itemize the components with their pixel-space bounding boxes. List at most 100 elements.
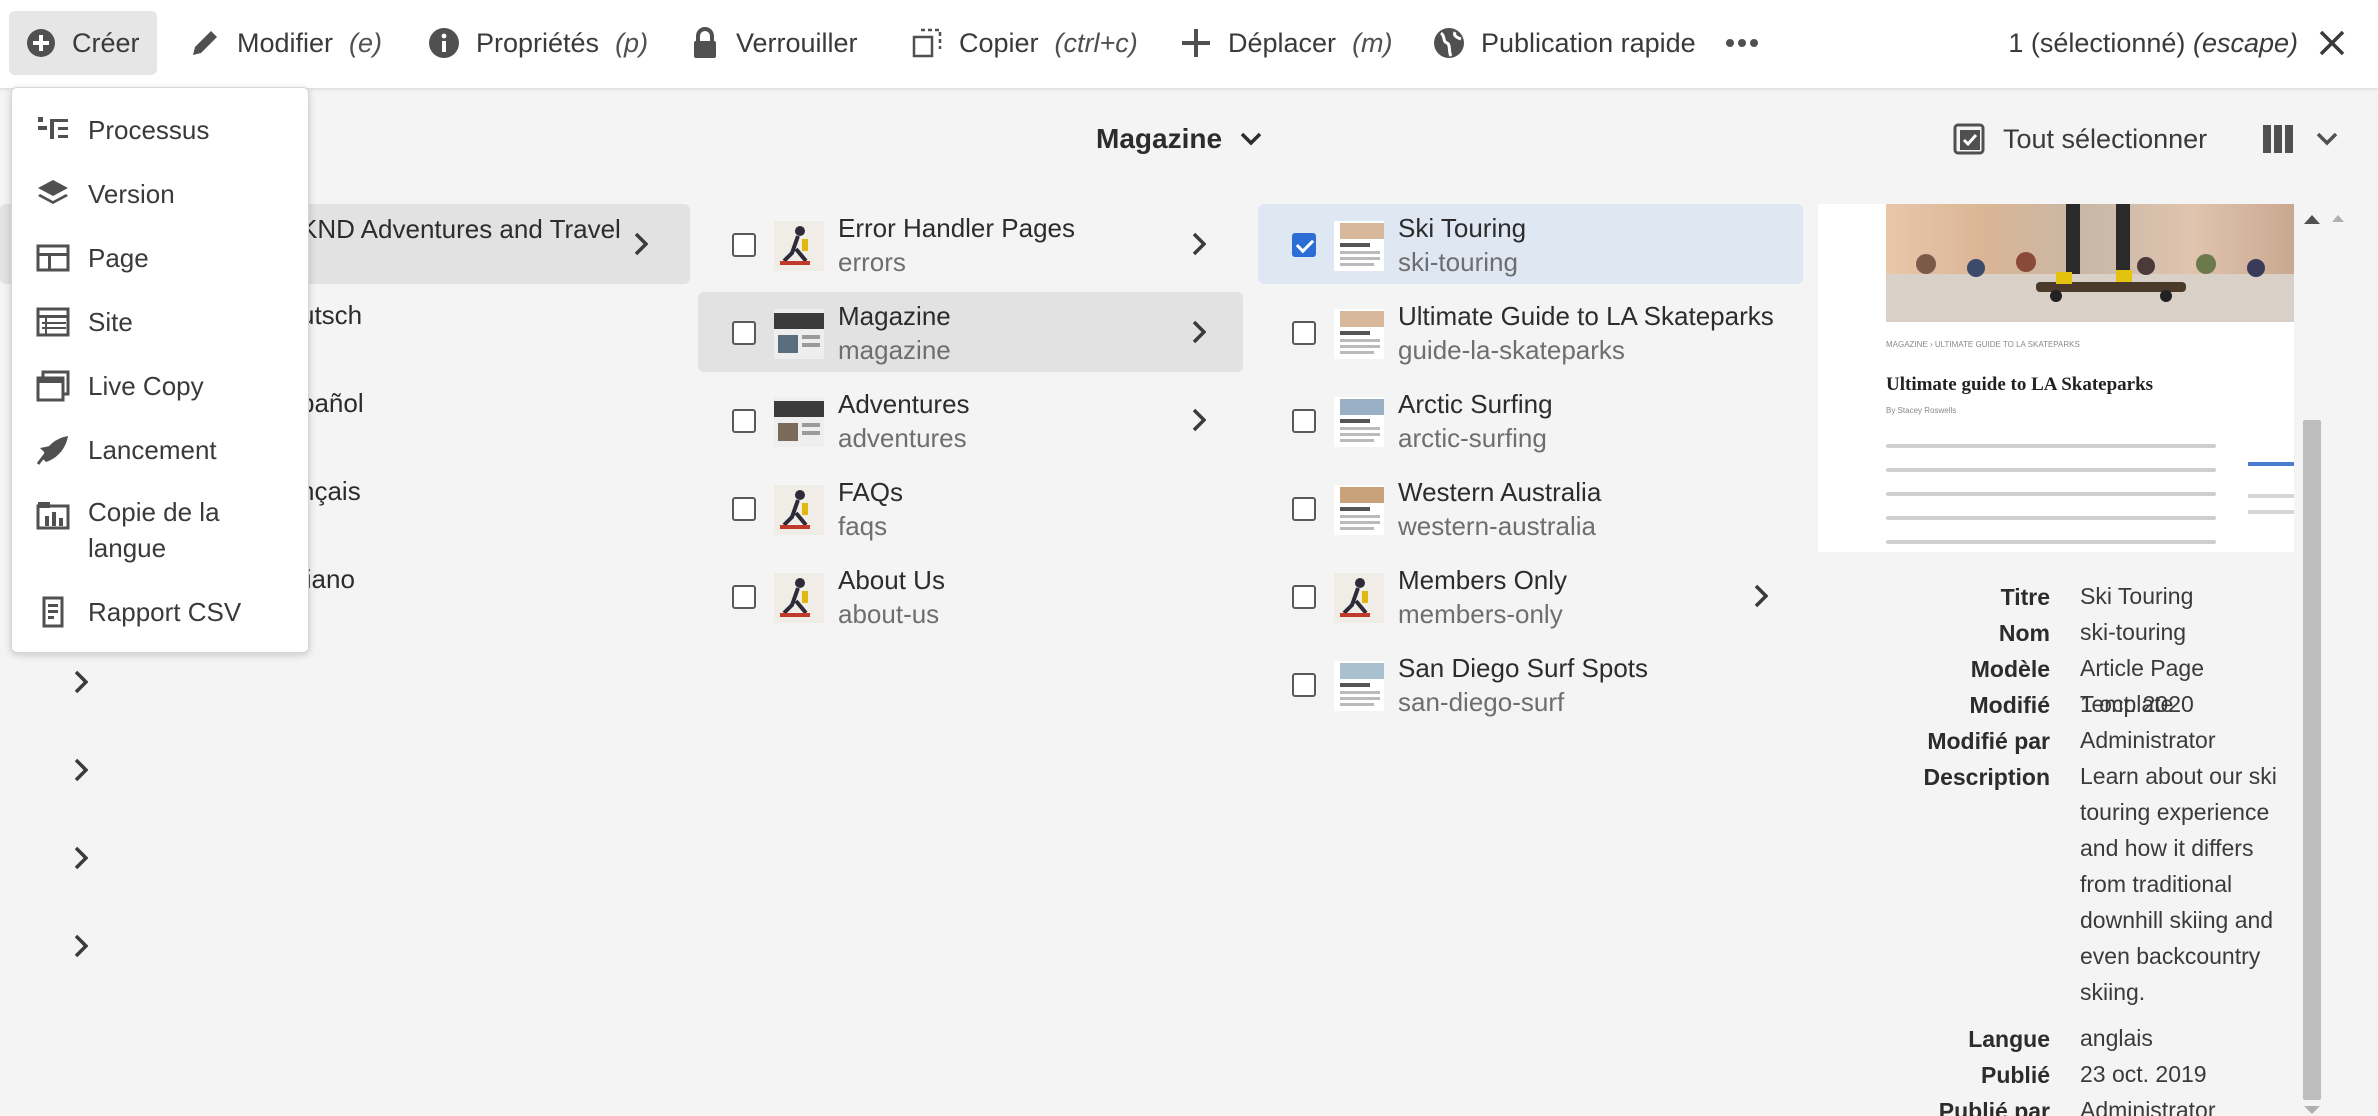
properties-button[interactable]: Propriétés (p) bbox=[411, 11, 665, 75]
preview-text-line bbox=[1886, 540, 2216, 544]
pencil-icon bbox=[193, 31, 217, 55]
info-icon bbox=[429, 28, 459, 58]
menu-item-site[interactable]: Site bbox=[12, 298, 310, 348]
menu-item-label: Page bbox=[88, 243, 149, 273]
row-checkbox[interactable] bbox=[732, 321, 756, 345]
column-row[interactable]: Arctic Surfing arctic-surfing bbox=[1258, 380, 1803, 460]
row-checkbox[interactable] bbox=[1292, 497, 1316, 521]
create-button[interactable]: Créer bbox=[9, 11, 157, 75]
properties-shortcut: (p) bbox=[615, 27, 649, 58]
move-button[interactable]: Déplacer (m) bbox=[1163, 11, 1410, 75]
close-icon[interactable] bbox=[2318, 29, 2346, 57]
more-actions-button[interactable] bbox=[1708, 11, 1776, 75]
detail-label: Modifié par bbox=[1927, 728, 2050, 754]
row-name: faqs bbox=[838, 511, 888, 541]
chevron-right-icon[interactable] bbox=[74, 670, 88, 694]
select-all-button[interactable]: Tout sélectionner bbox=[1953, 90, 2207, 188]
column-row[interactable]: FAQs faqs bbox=[698, 468, 1243, 548]
scrollbar-thumb[interactable] bbox=[2303, 420, 2321, 1100]
preview-photo bbox=[1886, 204, 2294, 322]
copy-button[interactable]: Copier (ctrl+c) bbox=[894, 11, 1155, 75]
selected-count: 1 (sélectionné) (escape) bbox=[2008, 27, 2298, 58]
page-thumbnail bbox=[1334, 221, 1384, 271]
breadcrumb[interactable]: Magazine bbox=[1096, 90, 1262, 188]
menu-item-launch[interactable]: Lancement bbox=[12, 426, 310, 476]
page-thumbnail bbox=[1334, 661, 1384, 711]
row-title: About Us bbox=[838, 565, 945, 595]
csv-report-icon bbox=[42, 596, 64, 628]
scroll-up-icon[interactable] bbox=[2330, 212, 2346, 224]
row-title: Ski Touring bbox=[1398, 213, 1527, 243]
selection-status: 1 (sélectionné) (escape) bbox=[2008, 11, 2346, 75]
column-row[interactable]: Members Only members-only bbox=[1258, 556, 1803, 636]
row-name: members-only bbox=[1398, 599, 1563, 629]
column-row[interactable]: Ultimate Guide to LA Skateparks guide-la… bbox=[1258, 292, 1803, 372]
menu-item-page[interactable]: Page bbox=[12, 234, 310, 284]
column-row[interactable]: Magazine magazine bbox=[698, 292, 1243, 372]
detail-label: Publié bbox=[1980, 1062, 2050, 1088]
column-row[interactable]: Error Handler Pages errors bbox=[698, 204, 1243, 284]
lock-button[interactable]: Verrouiller bbox=[673, 11, 875, 75]
scroll-up-icon[interactable] bbox=[2302, 212, 2322, 226]
row-checkbox[interactable] bbox=[1292, 585, 1316, 609]
column-row[interactable]: Adventures adventures bbox=[698, 380, 1243, 460]
lock-label: Verrouiller bbox=[736, 27, 858, 58]
detail-value: Learn about our ski touring experience a… bbox=[2080, 763, 2277, 1005]
page-thumbnail bbox=[774, 397, 824, 447]
row-checkbox[interactable] bbox=[1292, 321, 1316, 345]
detail-value: ski-touring bbox=[2080, 619, 2187, 645]
row-checkbox[interactable] bbox=[732, 585, 756, 609]
preview-text-line bbox=[1886, 444, 2216, 448]
page-thumbnail bbox=[1334, 397, 1384, 447]
row-name: errors bbox=[838, 247, 906, 277]
menu-item-language-copy[interactable]: Copie de la langue bbox=[12, 490, 310, 576]
detail-label: Description bbox=[1923, 764, 2050, 790]
row-title: Ultimate Guide to LA Skateparks bbox=[1398, 301, 1774, 331]
menu-item-label: Live Copy bbox=[88, 371, 204, 401]
row-name: western-australia bbox=[1398, 511, 1596, 541]
column-row[interactable]: Ski Touring ski-touring bbox=[1258, 204, 1803, 284]
row-title: Error Handler Pages bbox=[838, 213, 1075, 243]
row-checkbox[interactable] bbox=[732, 233, 756, 257]
chevron-right-icon bbox=[1192, 408, 1206, 432]
edit-button[interactable]: Modifier (e) bbox=[172, 11, 399, 75]
globe-icon bbox=[1434, 28, 1464, 58]
scroll-down-icon[interactable] bbox=[2302, 1104, 2322, 1116]
menu-item-csv-report[interactable]: Rapport CSV bbox=[12, 588, 310, 638]
row-name: about-us bbox=[838, 599, 940, 629]
menu-item-version[interactable]: Version bbox=[12, 170, 310, 220]
column-row[interactable]: San Diego Surf Spots san-diego-surf bbox=[1258, 644, 1803, 724]
menu-item-workflow[interactable]: Processus bbox=[12, 106, 310, 156]
row-checkbox[interactable] bbox=[732, 497, 756, 521]
view-switcher[interactable] bbox=[2262, 90, 2338, 188]
edit-shortcut: (e) bbox=[349, 27, 383, 58]
launch-icon bbox=[36, 436, 68, 465]
column-view-icon bbox=[2263, 125, 2293, 153]
preview-breadcrumb: MAGAZINE › ULTIMATE GUIDE TO LA SKATEPAR… bbox=[1886, 340, 2080, 349]
detail-value: anglais bbox=[2080, 1025, 2153, 1051]
lock-icon bbox=[694, 27, 716, 58]
row-checkbox[interactable] bbox=[1292, 673, 1316, 697]
breadcrumb-label: Magazine bbox=[1096, 123, 1223, 154]
preview-text-line bbox=[1886, 468, 2216, 472]
menu-item-label: Site bbox=[88, 307, 133, 337]
menu-item-live-copy[interactable]: Live Copy bbox=[12, 362, 310, 412]
page-thumbnail bbox=[1334, 309, 1384, 359]
row-title: Arctic Surfing bbox=[1398, 389, 1553, 419]
column-row[interactable]: Western Australia western-australia bbox=[1258, 468, 1803, 548]
preview-sidebar-line bbox=[2248, 510, 2294, 514]
column-row-title: KND Adventures and Travel bbox=[300, 214, 621, 244]
row-checkbox[interactable] bbox=[1292, 233, 1316, 257]
chevron-right-icon[interactable] bbox=[74, 934, 88, 958]
add-circle-icon bbox=[27, 29, 55, 57]
chevron-right-icon[interactable] bbox=[74, 758, 88, 782]
row-checkbox[interactable] bbox=[1292, 409, 1316, 433]
column-row[interactable]: About Us about-us bbox=[698, 556, 1243, 636]
chevron-right-icon[interactable] bbox=[74, 846, 88, 870]
menu-item-label: Processus bbox=[88, 115, 210, 145]
menu-item-label: Rapport CSV bbox=[88, 597, 242, 627]
row-checkbox[interactable] bbox=[732, 409, 756, 433]
detail-label: Titre bbox=[2000, 584, 2050, 610]
quick-publish-button[interactable]: Publication rapide bbox=[1416, 11, 1713, 75]
row-name: guide-la-skateparks bbox=[1398, 335, 1625, 365]
